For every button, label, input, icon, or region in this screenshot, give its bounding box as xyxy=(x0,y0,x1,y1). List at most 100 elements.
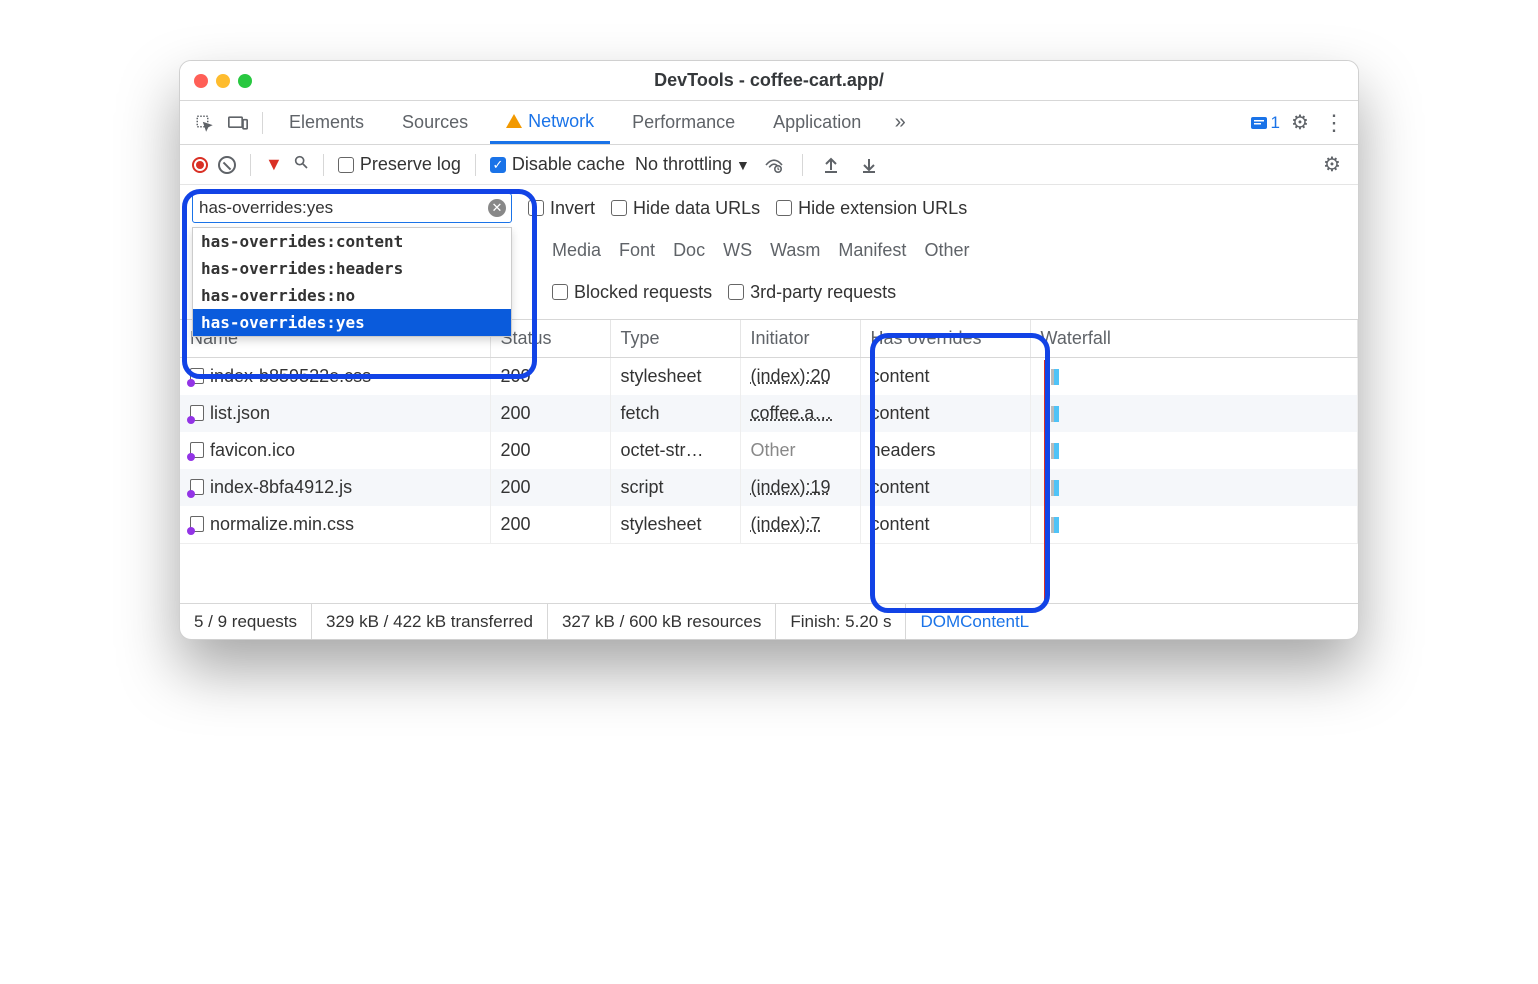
cell-type: stylesheet xyxy=(610,358,740,396)
window-controls xyxy=(194,74,252,88)
type-media[interactable]: Media xyxy=(552,240,601,261)
table-row[interactable]: list.json200fetchcoffee.a…content xyxy=(180,395,1358,432)
divider xyxy=(323,154,324,176)
filter-panel: ✕ has-overrides:content has-overrides:he… xyxy=(180,185,1358,320)
download-har-icon[interactable] xyxy=(855,151,883,179)
col-has-overrides[interactable]: Has overrides xyxy=(860,320,1030,358)
invert-label: Invert xyxy=(550,198,595,219)
divider xyxy=(250,154,251,176)
type-manifest[interactable]: Manifest xyxy=(838,240,906,261)
divider xyxy=(475,154,476,176)
cell-waterfall xyxy=(1030,432,1358,469)
cell-waterfall xyxy=(1030,506,1358,543)
more-tabs-button[interactable]: » xyxy=(883,109,911,137)
third-party-label: 3rd-party requests xyxy=(750,282,896,303)
preserve-log-checkbox[interactable]: Preserve log xyxy=(338,154,461,175)
cell-initiator[interactable]: (index):7 xyxy=(740,506,860,543)
type-wasm[interactable]: Wasm xyxy=(770,240,820,261)
filter-suggestions: has-overrides:content has-overrides:head… xyxy=(192,227,512,337)
cell-initiator[interactable]: Other xyxy=(740,432,860,469)
invert-checkbox[interactable]: Invert xyxy=(528,198,595,219)
close-window-button[interactable] xyxy=(194,74,208,88)
status-requests: 5 / 9 requests xyxy=(180,604,312,639)
tab-network[interactable]: Network xyxy=(490,101,610,144)
type-font[interactable]: Font xyxy=(619,240,655,261)
suggestion-item[interactable]: has-overrides:headers xyxy=(193,255,511,282)
table-row[interactable]: index-b859522e.css200stylesheet(index):2… xyxy=(180,358,1358,396)
col-waterfall[interactable]: Waterfall xyxy=(1030,320,1358,358)
maximize-window-button[interactable] xyxy=(238,74,252,88)
tab-elements[interactable]: Elements xyxy=(273,101,380,144)
table-row[interactable]: normalize.min.css200stylesheet(index):7c… xyxy=(180,506,1358,543)
divider xyxy=(262,112,263,134)
table-row[interactable]: favicon.ico200octet-str…Otherheaders xyxy=(180,432,1358,469)
cell-name: normalize.min.css xyxy=(180,506,490,543)
tab-sources[interactable]: Sources xyxy=(386,101,484,144)
tab-performance[interactable]: Performance xyxy=(616,101,751,144)
type-doc[interactable]: Doc xyxy=(673,240,705,261)
warning-icon xyxy=(506,114,522,128)
cell-waterfall xyxy=(1030,395,1358,432)
cell-has-overrides: headers xyxy=(860,432,1030,469)
cell-has-overrides: content xyxy=(860,506,1030,543)
cell-type: fetch xyxy=(610,395,740,432)
cell-status: 200 xyxy=(490,395,610,432)
device-toolbar-icon[interactable] xyxy=(224,109,252,137)
cell-initiator[interactable]: (index):20 xyxy=(740,358,860,396)
cell-type: octet-str… xyxy=(610,432,740,469)
cell-waterfall xyxy=(1030,358,1358,396)
network-settings-icon[interactable]: ⚙ xyxy=(1318,151,1346,179)
file-override-icon xyxy=(190,405,204,421)
divider xyxy=(802,154,803,176)
network-conditions-icon[interactable] xyxy=(760,151,788,179)
cell-initiator[interactable]: (index):19 xyxy=(740,469,860,506)
col-type[interactable]: Type xyxy=(610,320,740,358)
panel-tabs: Elements Sources Network Performance App… xyxy=(180,101,1358,145)
table-row[interactable]: index-8bfa4912.js200script(index):19cont… xyxy=(180,469,1358,506)
col-initiator[interactable]: Initiator xyxy=(740,320,860,358)
search-icon[interactable] xyxy=(293,154,309,175)
tab-application[interactable]: Application xyxy=(757,101,877,144)
hide-extension-urls-checkbox[interactable]: Hide extension URLs xyxy=(776,198,967,219)
preserve-log-label: Preserve log xyxy=(360,154,461,175)
hide-data-urls-checkbox[interactable]: Hide data URLs xyxy=(611,198,760,219)
issues-badge[interactable]: 1 xyxy=(1251,113,1280,133)
throttling-select[interactable]: No throttling ▼ xyxy=(635,154,750,175)
cell-type: stylesheet xyxy=(610,506,740,543)
suggestion-item[interactable]: has-overrides:no xyxy=(193,282,511,309)
settings-icon[interactable]: ⚙ xyxy=(1286,109,1314,137)
cell-initiator[interactable]: coffee.a… xyxy=(740,395,860,432)
hide-ext-urls-label: Hide extension URLs xyxy=(798,198,967,219)
minimize-window-button[interactable] xyxy=(216,74,230,88)
disable-cache-checkbox[interactable]: Disable cache xyxy=(490,154,625,175)
type-other[interactable]: Other xyxy=(924,240,969,261)
record-button[interactable] xyxy=(192,157,208,173)
suggestion-item[interactable]: has-overrides:content xyxy=(193,228,511,255)
status-finish: Finish: 5.20 s xyxy=(776,604,906,639)
checkbox-icon xyxy=(552,284,568,300)
filter-toggle-icon[interactable]: ▼ xyxy=(265,154,283,175)
titlebar: DevTools - coffee-cart.app/ xyxy=(180,61,1358,101)
file-override-icon xyxy=(190,368,204,384)
clear-button[interactable] xyxy=(218,156,236,174)
hide-data-urls-label: Hide data URLs xyxy=(633,198,760,219)
blocked-requests-checkbox[interactable]: Blocked requests xyxy=(552,282,712,303)
upload-har-icon[interactable] xyxy=(817,151,845,179)
chevron-down-icon: ▼ xyxy=(736,157,750,173)
inspect-element-icon[interactable] xyxy=(190,109,218,137)
more-menu-icon[interactable]: ⋮ xyxy=(1320,109,1348,137)
requests-table-wrap: Name Status Type Initiator Has overrides… xyxy=(180,320,1358,603)
cell-status: 200 xyxy=(490,432,610,469)
type-ws[interactable]: WS xyxy=(723,240,752,261)
checkbox-icon xyxy=(728,284,744,300)
suggestion-item-selected[interactable]: has-overrides:yes xyxy=(193,309,511,336)
cell-status: 200 xyxy=(490,358,610,396)
checkbox-icon xyxy=(776,200,792,216)
filter-input[interactable] xyxy=(192,193,512,223)
clear-filter-icon[interactable]: ✕ xyxy=(488,199,506,217)
blocked-requests-label: Blocked requests xyxy=(574,282,712,303)
status-domcontentloaded: DOMContentL xyxy=(906,604,1043,639)
devtools-window: DevTools - coffee-cart.app/ Elements Sou… xyxy=(179,60,1359,640)
third-party-checkbox[interactable]: 3rd-party requests xyxy=(728,282,896,303)
requests-table: Name Status Type Initiator Has overrides… xyxy=(180,320,1358,543)
